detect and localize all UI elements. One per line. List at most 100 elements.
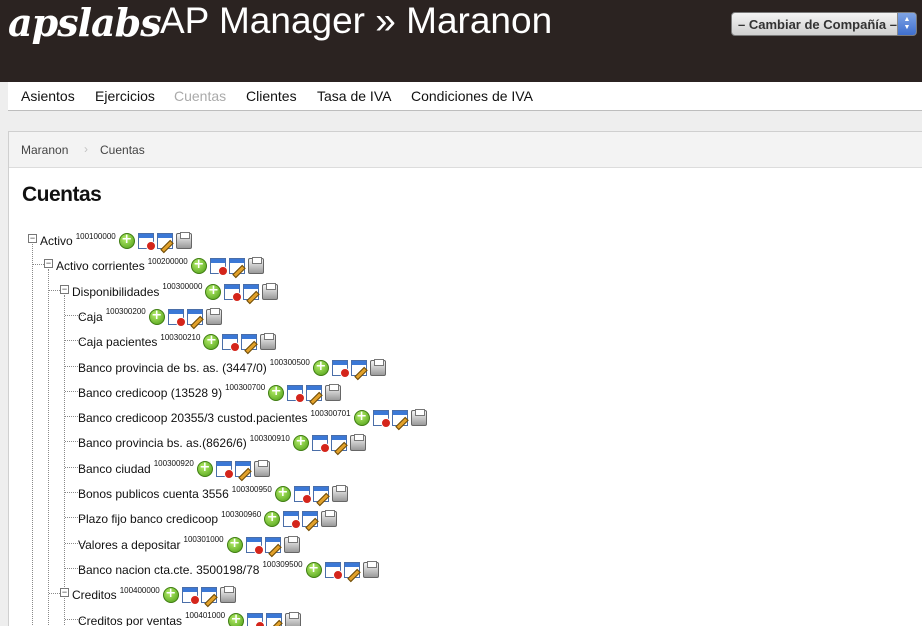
collapse-toggle-icon[interactable]: − (44, 259, 53, 269)
delete-account-icon[interactable] (247, 612, 266, 626)
breadcrumb-item-maranon[interactable]: Maranon (21, 143, 68, 157)
account-name[interactable]: Plazo fijo banco credicoop (78, 512, 218, 526)
delete-account-icon[interactable] (293, 486, 312, 504)
add-account-icon[interactable] (162, 586, 179, 604)
print-account-icon[interactable] (285, 611, 302, 626)
delete-account-icon[interactable] (137, 233, 156, 251)
print-account-icon[interactable] (260, 333, 277, 351)
account-actions (312, 358, 389, 378)
collapse-toggle-icon[interactable]: − (28, 234, 37, 243)
edit-account-icon[interactable] (312, 486, 329, 502)
tree-node: Bonos publicos cuenta 3556 100300950 (78, 484, 351, 504)
edit-account-icon[interactable] (200, 587, 217, 604)
account-code: 100300950 (231, 484, 272, 494)
print-account-icon[interactable] (253, 459, 270, 477)
collapse-toggle-icon[interactable]: − (60, 284, 69, 294)
tree-node: Activo corrientes 100200000 (56, 256, 267, 277)
edit-account-icon[interactable] (306, 384, 323, 401)
edit-account-icon[interactable] (330, 435, 347, 452)
edit-account-icon[interactable] (266, 612, 283, 626)
print-account-icon[interactable] (205, 307, 222, 325)
edit-account-icon[interactable] (156, 233, 173, 249)
print-account-icon[interactable] (219, 586, 236, 604)
delete-account-icon[interactable] (167, 308, 186, 327)
add-account-icon[interactable] (118, 232, 135, 249)
delete-account-icon[interactable] (215, 460, 234, 479)
add-account-icon[interactable] (190, 257, 207, 275)
add-account-icon[interactable] (274, 485, 291, 502)
edit-account-icon[interactable] (241, 334, 258, 351)
delete-account-icon[interactable] (331, 359, 350, 378)
add-account-icon[interactable] (312, 359, 329, 376)
delete-account-icon[interactable] (311, 435, 330, 454)
add-account-icon[interactable] (196, 460, 213, 477)
account-name[interactable]: Banco ciudad (78, 462, 151, 476)
account-name[interactable]: Caja pacientes (78, 335, 157, 349)
print-account-icon[interactable] (369, 358, 386, 376)
page-title: Cuentas (22, 183, 102, 206)
collapse-toggle-icon[interactable]: − (60, 588, 69, 598)
account-name[interactable]: Banco credicoop (13528 9) (78, 386, 222, 400)
add-account-icon[interactable] (305, 561, 322, 578)
account-name[interactable]: Creditos (72, 588, 117, 602)
account-name[interactable]: Valores a depositar (78, 538, 181, 552)
edit-account-icon[interactable] (343, 561, 360, 578)
print-account-icon[interactable] (349, 434, 366, 452)
add-account-icon[interactable] (205, 283, 222, 300)
edit-account-icon[interactable] (264, 536, 281, 553)
add-account-icon[interactable] (353, 409, 370, 427)
add-account-icon[interactable] (203, 333, 220, 351)
account-name[interactable]: Bonos publicos cuenta 3556 (78, 487, 229, 501)
breadcrumb: Maranon › Cuentas (9, 132, 922, 168)
account-name[interactable]: Activo corrientes (56, 259, 145, 273)
delete-account-icon[interactable] (372, 410, 391, 429)
edit-account-icon[interactable] (391, 410, 408, 427)
edit-account-icon[interactable] (186, 308, 203, 325)
delete-account-icon[interactable] (224, 283, 243, 302)
add-account-icon[interactable] (292, 434, 309, 452)
add-account-icon[interactable] (226, 536, 243, 553)
print-account-icon[interactable] (321, 510, 338, 528)
nav-item-ejercicios[interactable]: Ejercicios (95, 88, 155, 104)
account-name[interactable]: Banco credicoop 20355/3 custod.pacientes (78, 411, 308, 425)
nav-item-tasa-de-iva[interactable]: Tasa de IVA (317, 88, 391, 104)
edit-account-icon[interactable] (234, 460, 251, 477)
account-name[interactable]: Banco provincia de bs. as. (3447/0) (78, 361, 267, 375)
edit-account-icon[interactable] (228, 258, 245, 275)
add-account-icon[interactable] (228, 612, 245, 626)
account-name[interactable]: Caja (78, 310, 103, 324)
breadcrumb-item-cuentas: Cuentas (100, 143, 145, 157)
add-account-icon[interactable] (148, 308, 165, 325)
print-account-icon[interactable] (325, 383, 342, 401)
print-account-icon[interactable] (262, 282, 279, 300)
account-name[interactable]: Banco provincia bs. as.(8626/6) (78, 436, 247, 450)
account-actions (264, 510, 340, 530)
delete-account-icon[interactable] (181, 587, 200, 606)
account-name[interactable]: Activo (40, 234, 73, 248)
delete-account-icon[interactable] (245, 536, 264, 555)
delete-account-icon[interactable] (283, 511, 302, 530)
company-select[interactable]: – Cambiar de Compañía – ▲ ▼ (731, 12, 917, 36)
nav-item-asientos[interactable]: Asientos (21, 88, 75, 104)
account-name[interactable]: Disponibilidades (72, 285, 159, 299)
print-account-icon[interactable] (247, 257, 264, 275)
delete-account-icon[interactable] (209, 258, 228, 277)
account-name[interactable]: Banco nacion cta.cte. 3500198/78 (78, 563, 259, 577)
delete-account-icon[interactable] (222, 334, 241, 353)
nav-item-cuentas[interactable]: Cuentas (174, 88, 226, 104)
add-account-icon[interactable] (264, 510, 281, 528)
edit-account-icon[interactable] (302, 511, 319, 528)
edit-account-icon[interactable] (243, 283, 260, 300)
nav-item-condiciones-de-iva[interactable]: Condiciones de IVA (411, 88, 533, 104)
account-name[interactable]: Creditos por ventas (78, 614, 182, 626)
add-account-icon[interactable] (268, 384, 285, 401)
edit-account-icon[interactable] (350, 359, 367, 376)
print-account-icon[interactable] (175, 232, 192, 249)
delete-account-icon[interactable] (287, 384, 306, 403)
print-account-icon[interactable] (410, 409, 427, 427)
print-account-icon[interactable] (362, 560, 379, 578)
delete-account-icon[interactable] (324, 561, 343, 580)
nav-item-clientes[interactable]: Clientes (246, 88, 297, 104)
print-account-icon[interactable] (283, 535, 300, 553)
print-account-icon[interactable] (331, 485, 348, 502)
